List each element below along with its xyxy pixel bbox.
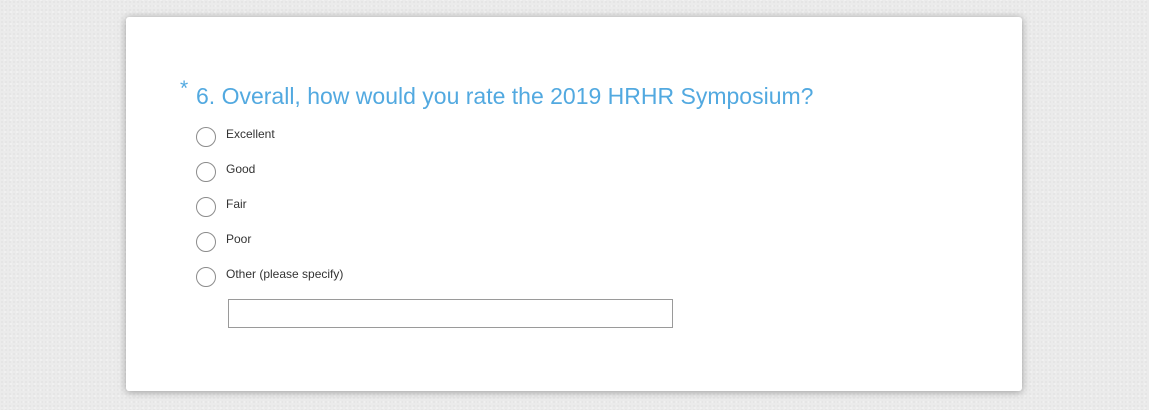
radio-button-excellent[interactable] bbox=[196, 127, 216, 147]
radio-button-other[interactable] bbox=[196, 267, 216, 287]
question-title: 6. Overall, how would you rate the 2019 … bbox=[196, 83, 814, 109]
radio-button-good[interactable] bbox=[196, 162, 216, 182]
option-label-excellent[interactable]: Excellent bbox=[226, 127, 275, 141]
option-label-good[interactable]: Good bbox=[226, 162, 255, 176]
other-specify-input[interactable] bbox=[228, 299, 673, 328]
option-label-poor[interactable]: Poor bbox=[226, 232, 251, 246]
option-label-fair[interactable]: Fair bbox=[226, 197, 247, 211]
survey-question-card: * 6. Overall, how would you rate the 201… bbox=[126, 17, 1022, 391]
radio-button-poor[interactable] bbox=[196, 232, 216, 252]
required-marker: * bbox=[180, 77, 189, 100]
radio-button-fair[interactable] bbox=[196, 197, 216, 217]
option-label-other[interactable]: Other (please specify) bbox=[226, 267, 343, 281]
